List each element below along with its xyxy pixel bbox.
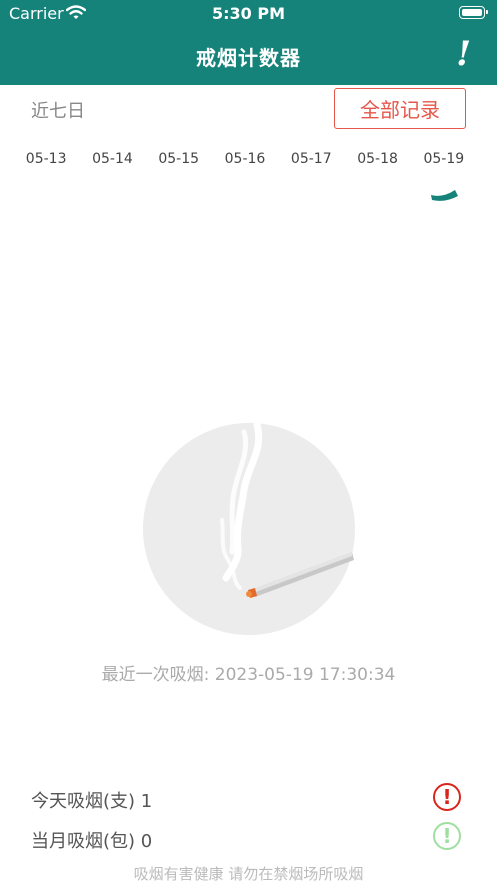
- status-time: 5:30 PM: [211, 4, 285, 23]
- month-count: 当月吸烟(包) 0: [31, 827, 152, 853]
- date-label: 05-18: [357, 151, 398, 167]
- last-smoke-info: 最近一次吸烟: 2023-05-19 17:30:34: [0, 660, 497, 685]
- battery-icon: [459, 6, 488, 19]
- last-smoke-label: 最近一次吸烟:: [101, 665, 210, 685]
- exclamation-icon: !: [433, 822, 461, 850]
- month-count-label: 当月吸烟(包): [31, 831, 136, 852]
- recent-days-label: 近七日: [31, 101, 85, 122]
- date-label: 05-19: [423, 151, 465, 167]
- date-label: 05-13: [25, 151, 67, 167]
- health-warning: 吸烟有害健康 请勿在禁烟场所吸烟: [133, 865, 364, 883]
- date-row: 05-13 05-14 05-15 05-16 05-17 05-18 05-1…: [13, 151, 477, 167]
- today-count: 今天吸烟(支) 1: [31, 787, 152, 813]
- page-title: 戒烟计数器: [196, 46, 301, 70]
- smoking-logo-icon[interactable]: [140, 420, 358, 638]
- date-label: 05-15: [158, 151, 200, 167]
- date-label: 05-14: [92, 151, 133, 167]
- exclamation-icon: !: [433, 783, 461, 811]
- all-records-button[interactable]: 全部记录: [334, 88, 466, 129]
- last-smoke-datetime: 2023-05-19 17:30:34: [214, 665, 396, 685]
- month-count-value: 0: [140, 831, 153, 852]
- today-count-value: 1: [140, 791, 153, 812]
- app-header: Carrier 5:30 PM 戒烟计数器 !: [0, 0, 497, 85]
- date-label: 05-17: [290, 151, 332, 167]
- alert-button[interactable]: !: [456, 36, 471, 72]
- date-label: 05-16: [224, 151, 266, 167]
- daily-count-mark: [431, 190, 458, 201]
- status-bar: Carrier 5:30 PM: [0, 0, 497, 30]
- today-count-label: 今天吸烟(支): [31, 791, 136, 812]
